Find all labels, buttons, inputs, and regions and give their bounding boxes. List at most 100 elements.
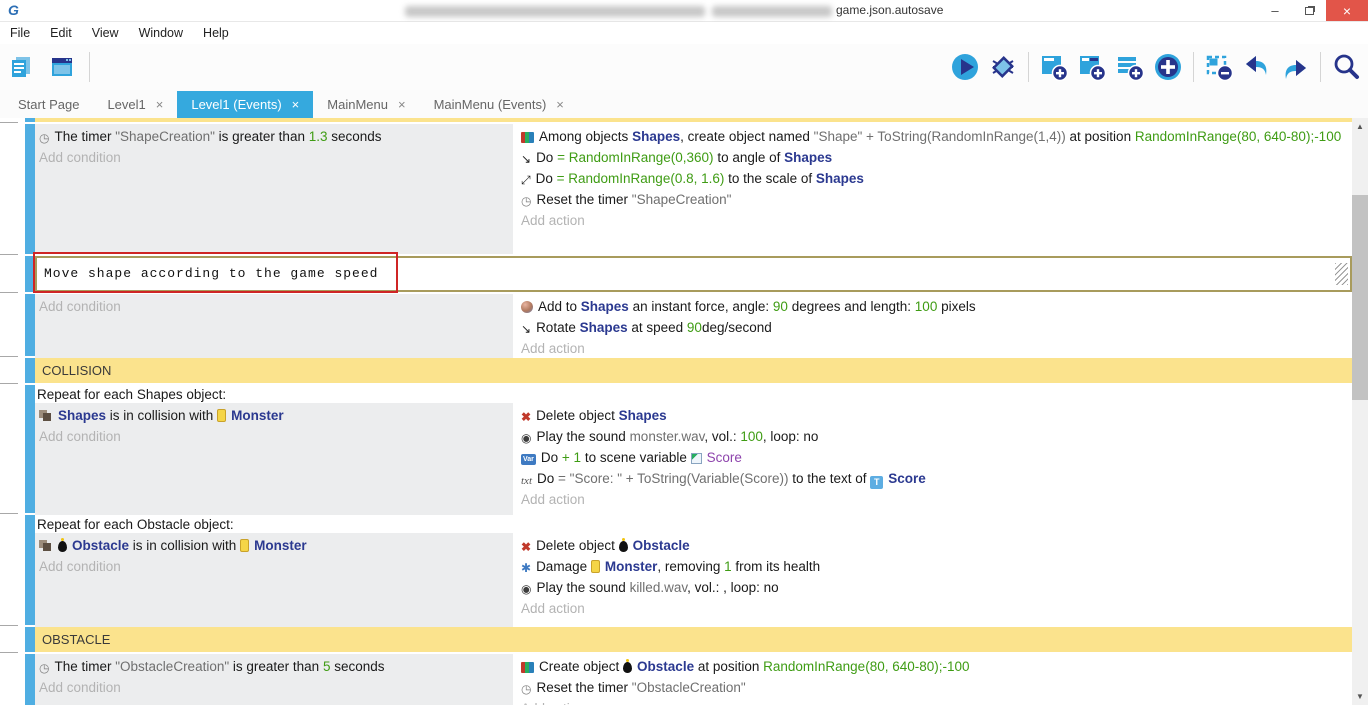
foreach-label[interactable]: Repeat for each Obstacle object: bbox=[35, 515, 1352, 533]
action-line[interactable]: ◷Reset the timer "ObstacleCreation" bbox=[521, 677, 1352, 698]
event-drag-bar[interactable] bbox=[25, 515, 35, 625]
maximize-button[interactable] bbox=[1292, 0, 1326, 21]
add-subevent-icon[interactable] bbox=[1076, 51, 1108, 83]
event-drag-bar[interactable] bbox=[25, 385, 35, 513]
project-manager-icon[interactable] bbox=[6, 51, 38, 83]
restore-icon bbox=[1305, 7, 1314, 15]
action-line[interactable]: ✖Delete object Shapes bbox=[521, 405, 1352, 426]
add-condition-button[interactable]: Add condition bbox=[39, 147, 513, 168]
window-title: game.json.autosave bbox=[836, 3, 943, 17]
scene-editor-icon[interactable] bbox=[46, 51, 78, 83]
action-line[interactable]: Add to Shapes an instant force, angle: 9… bbox=[521, 296, 1352, 317]
redo-icon[interactable] bbox=[1279, 51, 1311, 83]
toolbar-separator bbox=[1028, 52, 1029, 82]
section-header-row[interactable]: OBSTACLE bbox=[0, 627, 1352, 652]
condition-line[interactable]: Obstacle is in collision with Monster bbox=[39, 535, 513, 556]
scrollbar-thumb[interactable] bbox=[1352, 195, 1368, 400]
menu-view[interactable]: View bbox=[82, 26, 129, 40]
event-row[interactable]: ◷The timer "ObstacleCreation" is greater… bbox=[0, 654, 1352, 705]
menu-edit[interactable]: Edit bbox=[40, 26, 82, 40]
action-line[interactable]: ◉Play the sound monster.wav, vol.: 100, … bbox=[521, 426, 1352, 447]
delete-event-icon[interactable] bbox=[1203, 51, 1235, 83]
tab-mainmenu[interactable]: MainMenu× bbox=[313, 91, 419, 118]
scroll-down-icon[interactable]: ▼ bbox=[1352, 688, 1368, 705]
condition-line[interactable]: Shapes is in collision with Monster bbox=[39, 405, 513, 426]
scroll-up-icon[interactable]: ▲ bbox=[1352, 118, 1368, 135]
actions-column: Add to Shapes an instant force, angle: 9… bbox=[513, 294, 1352, 361]
menu-help[interactable]: Help bbox=[193, 26, 239, 40]
event-drag-bar[interactable] bbox=[25, 256, 35, 292]
search-icon[interactable] bbox=[1330, 51, 1362, 83]
timer-icon: ◷ bbox=[39, 662, 49, 674]
event-drag-bar[interactable] bbox=[25, 294, 35, 356]
add-condition-button[interactable]: Add condition bbox=[39, 556, 513, 577]
add-action-button[interactable]: Add action bbox=[521, 698, 1352, 705]
tab-label: Level1 bbox=[107, 97, 145, 112]
close-tab-icon[interactable]: × bbox=[156, 97, 164, 112]
conditions-column: Shapes is in collision with MonsterAdd c… bbox=[35, 403, 513, 531]
monster-icon bbox=[591, 560, 600, 573]
collision-icon bbox=[39, 540, 53, 552]
tab-level1[interactable]: Level1 × bbox=[93, 91, 177, 118]
action-line[interactable]: ↘Do = RandomInRange(0,360) to angle of S… bbox=[521, 147, 1352, 168]
add-circle-icon[interactable] bbox=[1152, 51, 1184, 83]
action-line[interactable]: Among objects Shapes, create object name… bbox=[521, 126, 1352, 147]
comment-text-input[interactable]: Move shape according to the game speed bbox=[35, 256, 1352, 292]
vertical-scrollbar[interactable]: ▲ ▼ bbox=[1352, 118, 1368, 705]
add-event-icon[interactable] bbox=[1038, 51, 1070, 83]
foreach-label[interactable]: Repeat for each Shapes object: bbox=[35, 385, 1352, 403]
close-tab-icon[interactable]: × bbox=[398, 97, 406, 112]
condition-line[interactable]: ◷The timer "ShapeCreation" is greater th… bbox=[39, 126, 513, 147]
section-header-row[interactable]: COLLISION bbox=[0, 358, 1352, 383]
add-condition-button[interactable]: Add condition bbox=[39, 296, 513, 317]
add-condition-button[interactable]: Add condition bbox=[39, 677, 513, 698]
play-icon[interactable] bbox=[949, 51, 981, 83]
event-row[interactable]: Repeat for each Obstacle object: Obstacle… bbox=[0, 515, 1352, 625]
close-button[interactable]: × bbox=[1326, 0, 1368, 21]
comment-edit-row[interactable]: Move shape according to the game speed bbox=[0, 256, 1352, 292]
event-gutter bbox=[0, 654, 25, 705]
add-action-button[interactable]: Add action bbox=[521, 338, 1352, 359]
event-drag-bar[interactable] bbox=[25, 654, 35, 705]
tab-start-page[interactable]: Start Page bbox=[4, 91, 93, 118]
event-row[interactable]: ◷The timer "ShapeCreation" is greater th… bbox=[0, 124, 1352, 254]
debug-icon[interactable] bbox=[987, 51, 1019, 83]
action-line[interactable]: VarDo + 1 to scene variable Score bbox=[521, 447, 1352, 468]
action-line[interactable]: ↘Rotate Shapes at speed 90deg/second bbox=[521, 317, 1352, 338]
delete-icon: ✖ bbox=[521, 541, 531, 553]
action-line[interactable]: ◉Play the sound killed.wav, vol.: , loop… bbox=[521, 577, 1352, 598]
tab-mainmenu-events-[interactable]: MainMenu (Events)× bbox=[420, 91, 578, 118]
event-drag-bar[interactable] bbox=[25, 627, 35, 652]
undo-icon[interactable] bbox=[1241, 51, 1273, 83]
event-row[interactable]: Repeat for each Shapes object: Shapes is … bbox=[0, 385, 1352, 513]
add-action-button[interactable]: Add action bbox=[521, 210, 1352, 231]
add-comment-icon[interactable] bbox=[1114, 51, 1146, 83]
close-tab-icon[interactable]: × bbox=[292, 97, 300, 112]
obstacle-icon bbox=[623, 662, 632, 673]
resize-grip-icon[interactable] bbox=[1335, 263, 1348, 285]
action-line[interactable]: Create object Obstacle at position Rando… bbox=[521, 656, 1352, 677]
add-action-button[interactable]: Add action bbox=[521, 598, 1352, 619]
delete-icon: ✖ bbox=[521, 411, 531, 423]
minimize-button[interactable]: – bbox=[1258, 0, 1292, 21]
event-drag-bar[interactable] bbox=[25, 118, 35, 122]
action-line[interactable]: ⤢Do = RandomInRange(0.8, 1.6) to the sca… bbox=[521, 168, 1352, 189]
event-row[interactable]: Add condition Add to Shapes an instant fo… bbox=[0, 294, 1352, 356]
add-action-button[interactable]: Add action bbox=[521, 489, 1352, 510]
tab-level1-events-[interactable]: Level1 (Events)× bbox=[177, 91, 313, 118]
event-drag-bar[interactable] bbox=[25, 124, 35, 254]
add-condition-button[interactable]: Add condition bbox=[39, 426, 513, 447]
close-tab-icon[interactable]: × bbox=[556, 97, 564, 112]
menu-window[interactable]: Window bbox=[129, 26, 193, 40]
event-drag-bar[interactable] bbox=[25, 358, 35, 383]
events-sheet: ◷The timer "ShapeCreation" is greater th… bbox=[0, 118, 1352, 705]
action-line[interactable]: txtDo = "Score: " + ToString(Variable(Sc… bbox=[521, 468, 1352, 489]
condition-line[interactable]: ◷The timer "ObstacleCreation" is greater… bbox=[39, 656, 513, 677]
action-line[interactable]: ✱Damage Monster, removing 1 from its hea… bbox=[521, 556, 1352, 577]
action-line[interactable]: ✖Delete object Obstacle bbox=[521, 535, 1352, 556]
menu-file[interactable]: File bbox=[0, 26, 40, 40]
partial-comment-row bbox=[0, 118, 1352, 122]
actions-column: Among objects Shapes, create object name… bbox=[513, 124, 1352, 254]
action-line[interactable]: ◷Reset the timer "ShapeCreation" bbox=[521, 189, 1352, 210]
toolbar-separator bbox=[1193, 52, 1194, 82]
